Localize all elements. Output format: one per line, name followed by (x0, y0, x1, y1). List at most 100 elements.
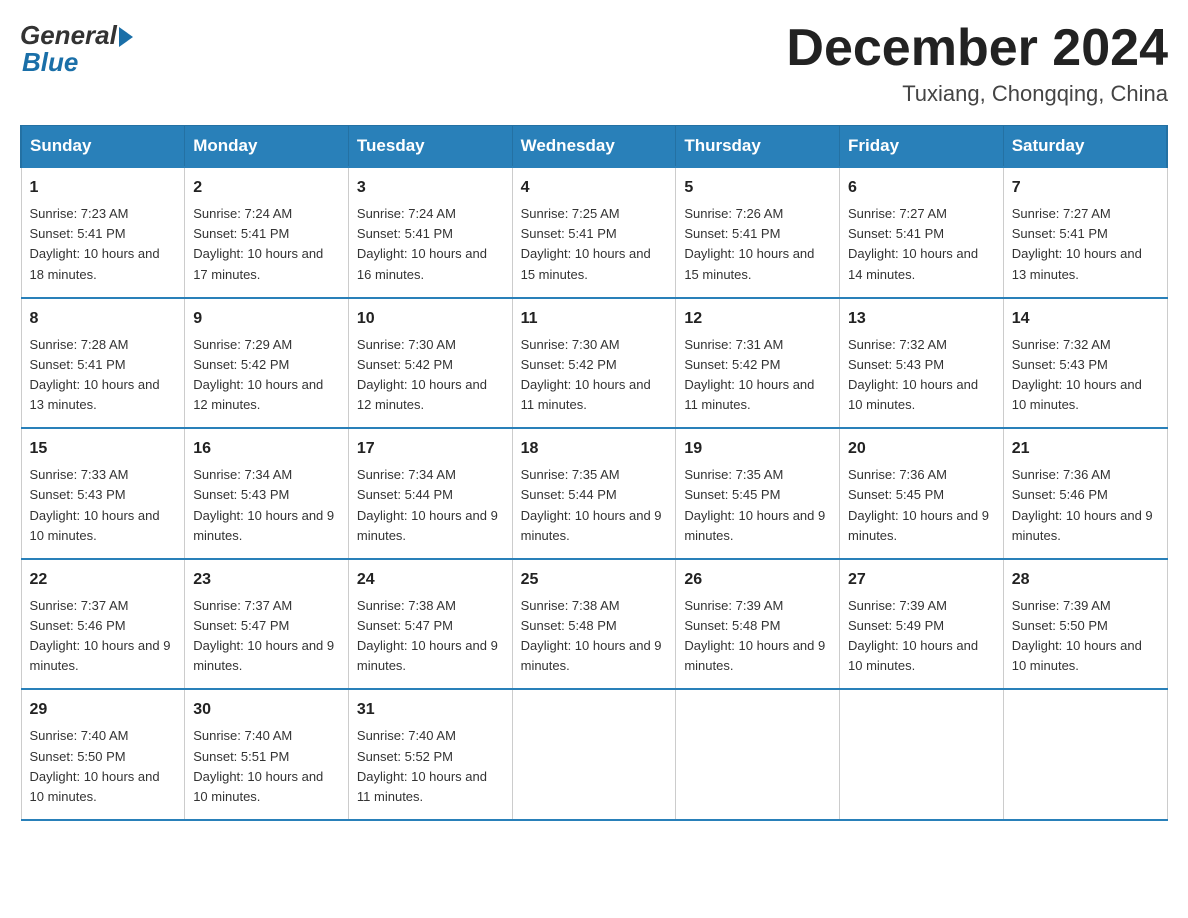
calendar-day-cell (1003, 689, 1167, 820)
day-of-week-header: Saturday (1003, 126, 1167, 168)
day-info: Sunrise: 7:35 AM Sunset: 5:45 PM Dayligh… (684, 467, 825, 542)
calendar-header-row: SundayMondayTuesdayWednesdayThursdayFrid… (21, 126, 1167, 168)
day-number: 6 (848, 176, 995, 200)
calendar-day-cell: 21 Sunrise: 7:36 AM Sunset: 5:46 PM Dayl… (1003, 428, 1167, 559)
calendar-day-cell: 3 Sunrise: 7:24 AM Sunset: 5:41 PM Dayli… (348, 167, 512, 298)
day-info: Sunrise: 7:38 AM Sunset: 5:48 PM Dayligh… (521, 598, 662, 673)
day-info: Sunrise: 7:27 AM Sunset: 5:41 PM Dayligh… (1012, 206, 1142, 281)
calendar-day-cell (676, 689, 840, 820)
day-number: 13 (848, 307, 995, 331)
day-info: Sunrise: 7:37 AM Sunset: 5:46 PM Dayligh… (30, 598, 171, 673)
calendar-day-cell (840, 689, 1004, 820)
day-of-week-header: Friday (840, 126, 1004, 168)
calendar-day-cell: 14 Sunrise: 7:32 AM Sunset: 5:43 PM Dayl… (1003, 298, 1167, 429)
day-info: Sunrise: 7:39 AM Sunset: 5:49 PM Dayligh… (848, 598, 978, 673)
day-info: Sunrise: 7:40 AM Sunset: 5:50 PM Dayligh… (30, 728, 160, 803)
day-number: 18 (521, 437, 668, 461)
day-of-week-header: Tuesday (348, 126, 512, 168)
day-number: 3 (357, 176, 504, 200)
day-info: Sunrise: 7:27 AM Sunset: 5:41 PM Dayligh… (848, 206, 978, 281)
day-of-week-header: Monday (185, 126, 349, 168)
day-info: Sunrise: 7:25 AM Sunset: 5:41 PM Dayligh… (521, 206, 651, 281)
day-info: Sunrise: 7:30 AM Sunset: 5:42 PM Dayligh… (357, 337, 487, 412)
day-info: Sunrise: 7:34 AM Sunset: 5:43 PM Dayligh… (193, 467, 334, 542)
calendar-day-cell: 10 Sunrise: 7:30 AM Sunset: 5:42 PM Dayl… (348, 298, 512, 429)
calendar-day-cell: 18 Sunrise: 7:35 AM Sunset: 5:44 PM Dayl… (512, 428, 676, 559)
day-number: 15 (30, 437, 177, 461)
calendar-day-cell: 15 Sunrise: 7:33 AM Sunset: 5:43 PM Dayl… (21, 428, 185, 559)
day-number: 7 (1012, 176, 1159, 200)
day-info: Sunrise: 7:34 AM Sunset: 5:44 PM Dayligh… (357, 467, 498, 542)
day-number: 2 (193, 176, 340, 200)
calendar-day-cell: 16 Sunrise: 7:34 AM Sunset: 5:43 PM Dayl… (185, 428, 349, 559)
day-info: Sunrise: 7:32 AM Sunset: 5:43 PM Dayligh… (1012, 337, 1142, 412)
calendar-day-cell: 28 Sunrise: 7:39 AM Sunset: 5:50 PM Dayl… (1003, 559, 1167, 690)
day-number: 26 (684, 568, 831, 592)
calendar-day-cell: 8 Sunrise: 7:28 AM Sunset: 5:41 PM Dayli… (21, 298, 185, 429)
day-number: 1 (30, 176, 177, 200)
calendar-day-cell: 31 Sunrise: 7:40 AM Sunset: 5:52 PM Dayl… (348, 689, 512, 820)
day-number: 27 (848, 568, 995, 592)
day-info: Sunrise: 7:24 AM Sunset: 5:41 PM Dayligh… (357, 206, 487, 281)
calendar-day-cell (512, 689, 676, 820)
day-info: Sunrise: 7:35 AM Sunset: 5:44 PM Dayligh… (521, 467, 662, 542)
calendar-day-cell: 30 Sunrise: 7:40 AM Sunset: 5:51 PM Dayl… (185, 689, 349, 820)
day-number: 29 (30, 698, 177, 722)
day-info: Sunrise: 7:23 AM Sunset: 5:41 PM Dayligh… (30, 206, 160, 281)
day-info: Sunrise: 7:24 AM Sunset: 5:41 PM Dayligh… (193, 206, 323, 281)
logo: General Blue (20, 20, 133, 78)
day-number: 8 (30, 307, 177, 331)
day-number: 17 (357, 437, 504, 461)
location-title: Tuxiang, Chongqing, China (786, 81, 1168, 107)
day-number: 28 (1012, 568, 1159, 592)
day-number: 16 (193, 437, 340, 461)
calendar-week-row: 1 Sunrise: 7:23 AM Sunset: 5:41 PM Dayli… (21, 167, 1167, 298)
calendar-day-cell: 12 Sunrise: 7:31 AM Sunset: 5:42 PM Dayl… (676, 298, 840, 429)
calendar-week-row: 15 Sunrise: 7:33 AM Sunset: 5:43 PM Dayl… (21, 428, 1167, 559)
calendar-day-cell: 9 Sunrise: 7:29 AM Sunset: 5:42 PM Dayli… (185, 298, 349, 429)
day-number: 11 (521, 307, 668, 331)
calendar-day-cell: 7 Sunrise: 7:27 AM Sunset: 5:41 PM Dayli… (1003, 167, 1167, 298)
day-of-week-header: Sunday (21, 126, 185, 168)
calendar-day-cell: 11 Sunrise: 7:30 AM Sunset: 5:42 PM Dayl… (512, 298, 676, 429)
day-number: 31 (357, 698, 504, 722)
logo-blue-text: Blue (20, 47, 78, 78)
day-number: 23 (193, 568, 340, 592)
day-info: Sunrise: 7:39 AM Sunset: 5:50 PM Dayligh… (1012, 598, 1142, 673)
page-header: General Blue December 2024 Tuxiang, Chon… (20, 20, 1168, 107)
day-info: Sunrise: 7:39 AM Sunset: 5:48 PM Dayligh… (684, 598, 825, 673)
day-number: 10 (357, 307, 504, 331)
day-number: 5 (684, 176, 831, 200)
calendar-table: SundayMondayTuesdayWednesdayThursdayFrid… (20, 125, 1168, 821)
calendar-day-cell: 6 Sunrise: 7:27 AM Sunset: 5:41 PM Dayli… (840, 167, 1004, 298)
day-info: Sunrise: 7:31 AM Sunset: 5:42 PM Dayligh… (684, 337, 814, 412)
day-info: Sunrise: 7:32 AM Sunset: 5:43 PM Dayligh… (848, 337, 978, 412)
calendar-day-cell: 26 Sunrise: 7:39 AM Sunset: 5:48 PM Dayl… (676, 559, 840, 690)
calendar-day-cell: 19 Sunrise: 7:35 AM Sunset: 5:45 PM Dayl… (676, 428, 840, 559)
calendar-day-cell: 20 Sunrise: 7:36 AM Sunset: 5:45 PM Dayl… (840, 428, 1004, 559)
day-info: Sunrise: 7:28 AM Sunset: 5:41 PM Dayligh… (30, 337, 160, 412)
calendar-week-row: 29 Sunrise: 7:40 AM Sunset: 5:50 PM Dayl… (21, 689, 1167, 820)
calendar-day-cell: 23 Sunrise: 7:37 AM Sunset: 5:47 PM Dayl… (185, 559, 349, 690)
day-info: Sunrise: 7:37 AM Sunset: 5:47 PM Dayligh… (193, 598, 334, 673)
day-number: 9 (193, 307, 340, 331)
day-number: 20 (848, 437, 995, 461)
calendar-day-cell: 29 Sunrise: 7:40 AM Sunset: 5:50 PM Dayl… (21, 689, 185, 820)
calendar-day-cell: 4 Sunrise: 7:25 AM Sunset: 5:41 PM Dayli… (512, 167, 676, 298)
day-number: 24 (357, 568, 504, 592)
day-info: Sunrise: 7:40 AM Sunset: 5:51 PM Dayligh… (193, 728, 323, 803)
calendar-day-cell: 22 Sunrise: 7:37 AM Sunset: 5:46 PM Dayl… (21, 559, 185, 690)
calendar-day-cell: 5 Sunrise: 7:26 AM Sunset: 5:41 PM Dayli… (676, 167, 840, 298)
day-info: Sunrise: 7:30 AM Sunset: 5:42 PM Dayligh… (521, 337, 651, 412)
day-number: 19 (684, 437, 831, 461)
calendar-day-cell: 2 Sunrise: 7:24 AM Sunset: 5:41 PM Dayli… (185, 167, 349, 298)
day-number: 12 (684, 307, 831, 331)
day-number: 14 (1012, 307, 1159, 331)
day-number: 30 (193, 698, 340, 722)
day-info: Sunrise: 7:26 AM Sunset: 5:41 PM Dayligh… (684, 206, 814, 281)
calendar-week-row: 22 Sunrise: 7:37 AM Sunset: 5:46 PM Dayl… (21, 559, 1167, 690)
calendar-day-cell: 17 Sunrise: 7:34 AM Sunset: 5:44 PM Dayl… (348, 428, 512, 559)
day-info: Sunrise: 7:40 AM Sunset: 5:52 PM Dayligh… (357, 728, 487, 803)
calendar-day-cell: 13 Sunrise: 7:32 AM Sunset: 5:43 PM Dayl… (840, 298, 1004, 429)
day-info: Sunrise: 7:38 AM Sunset: 5:47 PM Dayligh… (357, 598, 498, 673)
